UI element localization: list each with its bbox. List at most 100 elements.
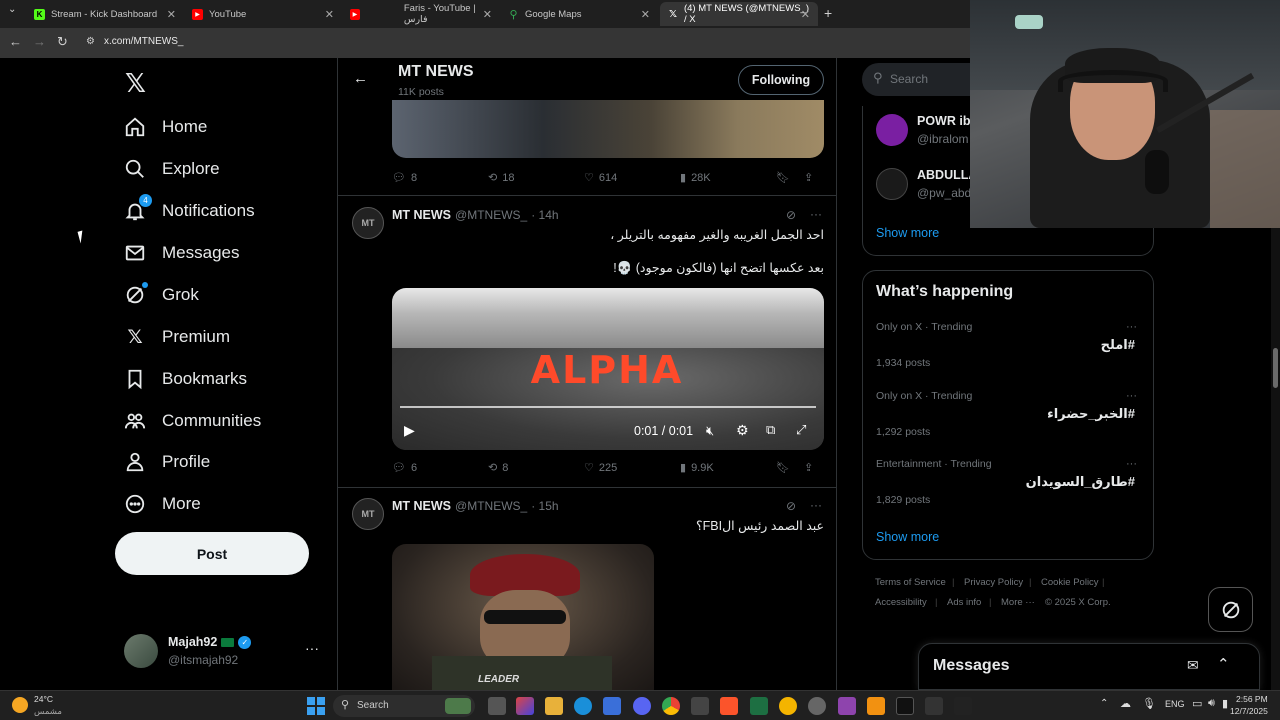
avatar[interactable]: MT bbox=[352, 498, 384, 530]
tweet-author-name[interactable]: MT NEWS bbox=[392, 208, 451, 222]
like-button[interactable]: ♡ 614 bbox=[584, 171, 680, 185]
tiktok-icon[interactable] bbox=[896, 697, 914, 715]
close-icon[interactable]: ✕ bbox=[641, 8, 650, 21]
store-icon[interactable] bbox=[603, 697, 621, 715]
nav-item-communities[interactable]: Communities bbox=[124, 405, 261, 437]
repost-button[interactable]: ⟲ 18 bbox=[488, 171, 584, 185]
footer-accessibility-link[interactable]: Accessibility bbox=[875, 597, 927, 608]
clock-date[interactable]: 12/7/2025 bbox=[1230, 706, 1268, 716]
tweet-author-handle[interactable]: @MTNEWS_ bbox=[455, 208, 527, 222]
suggested-name[interactable]: ABDULLA bbox=[917, 168, 977, 182]
trend-more-icon[interactable]: ··· bbox=[1126, 458, 1137, 470]
edge-icon[interactable] bbox=[574, 697, 592, 715]
volume-icon[interactable]: 🔊︎ bbox=[1208, 697, 1215, 710]
reload-icon[interactable]: ↻ bbox=[57, 34, 68, 50]
start-windows-icon[interactable] bbox=[307, 697, 325, 715]
reply-button[interactable]: 💬︎ 6 bbox=[392, 461, 488, 475]
play-icon[interactable]: ▶ bbox=[404, 422, 415, 439]
mute-icon[interactable]: 🔇︎ bbox=[706, 423, 714, 439]
back-icon[interactable]: ← bbox=[9, 34, 22, 49]
app-icon[interactable] bbox=[925, 697, 943, 715]
app-icon[interactable] bbox=[954, 697, 972, 715]
brave-icon[interactable] bbox=[720, 697, 738, 715]
tweet-media-image[interactable]: LEADER bbox=[392, 544, 654, 690]
tab-kick[interactable]: K Stream - Kick Dashboard ✕ bbox=[26, 2, 184, 26]
tab-faris-youtube[interactable]: ▶ Faris - YouTube | فارس ✕ bbox=[342, 2, 500, 26]
tab-mt-news[interactable]: 𝕏 (4) MT NEWS (@MTNEWS_) / X ✕ bbox=[660, 2, 818, 26]
trend-item[interactable]: Only on X · Trending ··· #الخبر_حضراء 1,… bbox=[863, 384, 1153, 452]
nav-item-messages[interactable]: Messages bbox=[124, 237, 239, 269]
suggested-handle[interactable]: @ibralom bbox=[917, 132, 969, 146]
avatar[interactable] bbox=[124, 634, 158, 668]
suggested-handle[interactable]: @pw_abd bbox=[917, 186, 971, 200]
trend-more-icon[interactable]: ··· bbox=[1126, 390, 1137, 402]
app-icon[interactable] bbox=[867, 697, 885, 715]
battery-icon[interactable]: ▮ bbox=[1222, 697, 1228, 710]
app-icon[interactable] bbox=[691, 697, 709, 715]
nav-item-more[interactable]: More bbox=[124, 488, 201, 520]
tab-list-chevron-icon[interactable]: ⌄ bbox=[8, 4, 16, 15]
new-message-icon[interactable]: ✉ bbox=[1187, 657, 1199, 674]
settings-gear-icon[interactable]: ⚙ bbox=[736, 422, 749, 439]
discord-icon[interactable] bbox=[633, 697, 651, 715]
forward-icon[interactable]: → bbox=[33, 34, 46, 49]
copilot-icon[interactable] bbox=[516, 697, 534, 715]
fullscreen-icon[interactable]: ⤢ bbox=[796, 422, 806, 438]
grok-icon[interactable]: ⊘ bbox=[786, 208, 796, 222]
tab-google-maps[interactable]: ⚲ Google Maps ✕ bbox=[500, 2, 658, 26]
new-tab-icon[interactable]: + bbox=[824, 5, 832, 21]
nav-item-explore[interactable]: Explore bbox=[124, 153, 220, 185]
video-progress-bar[interactable] bbox=[400, 406, 816, 408]
file-explorer-icon[interactable] bbox=[545, 697, 563, 715]
excel-icon[interactable] bbox=[750, 697, 768, 715]
tweet-author-name[interactable]: MT NEWS bbox=[392, 499, 451, 513]
close-icon[interactable]: ✕ bbox=[483, 8, 492, 21]
app-icon[interactable] bbox=[808, 697, 826, 715]
like-button[interactable]: ♡ 225 bbox=[584, 461, 680, 475]
views-button[interactable]: ▮ 9.9K bbox=[680, 461, 776, 475]
tray-app-icon[interactable]: ☁ bbox=[1120, 697, 1131, 710]
show-more-link[interactable]: Show more bbox=[876, 530, 939, 544]
repost-button[interactable]: ⟲ 8 bbox=[488, 461, 584, 475]
app-icon[interactable] bbox=[779, 697, 797, 715]
grok-floating-button[interactable] bbox=[1208, 587, 1253, 632]
close-icon[interactable]: ✕ bbox=[801, 8, 810, 21]
messages-drawer[interactable]: Messages ✉ ⌃ bbox=[918, 643, 1260, 690]
show-more-link[interactable]: Show more bbox=[876, 226, 939, 240]
footer-cookie-link[interactable]: Cookie Policy bbox=[1041, 577, 1099, 588]
tweet-time[interactable]: · 15h bbox=[531, 499, 558, 513]
scrollbar-thumb[interactable] bbox=[1273, 348, 1278, 388]
nav-item-notifications[interactable]: 4 Notifications bbox=[124, 194, 255, 227]
avatar[interactable] bbox=[876, 168, 908, 200]
tray-chevron-icon[interactable]: ⌃ bbox=[1100, 698, 1108, 709]
trend-more-icon[interactable]: ··· bbox=[1126, 321, 1137, 333]
nav-item-grok[interactable]: Grok bbox=[124, 279, 199, 311]
nav-item-premium[interactable]: 𝕏 Premium bbox=[124, 321, 230, 353]
network-icon[interactable]: ▭ bbox=[1192, 697, 1202, 710]
taskbar-search[interactable]: ⚲ Search bbox=[333, 695, 475, 717]
tweet-media-image[interactable] bbox=[392, 100, 824, 158]
tab-youtube[interactable]: ▶ YouTube ✕ bbox=[184, 2, 342, 26]
suggested-name[interactable]: POWR ib bbox=[917, 114, 970, 128]
nav-item-home[interactable]: Home bbox=[124, 111, 207, 143]
tweet-more-icon[interactable]: ··· bbox=[810, 207, 822, 221]
nav-item-bookmarks[interactable]: Bookmarks bbox=[124, 363, 247, 395]
tweet-author-handle[interactable]: @MTNEWS_ bbox=[455, 499, 527, 513]
chrome-icon[interactable] bbox=[662, 697, 680, 715]
bookmark-button[interactable]: 🔖︎ bbox=[776, 461, 790, 474]
bookmark-button[interactable]: 🔖︎ bbox=[776, 171, 790, 184]
language-indicator[interactable]: ENG bbox=[1165, 699, 1185, 709]
app-icon[interactable] bbox=[838, 697, 856, 715]
x-logo-icon[interactable]: 𝕏 bbox=[125, 68, 146, 99]
close-icon[interactable]: ✕ bbox=[167, 8, 176, 21]
footer-ads-link[interactable]: Ads info bbox=[947, 597, 981, 608]
avatar[interactable]: MT bbox=[352, 207, 384, 239]
pip-icon[interactable]: ⧉ bbox=[766, 422, 775, 438]
clock-time[interactable]: 2:56 PM bbox=[1236, 694, 1268, 704]
share-button[interactable]: ⇪ bbox=[804, 171, 813, 184]
weather-sun-icon[interactable] bbox=[12, 697, 28, 713]
trend-item[interactable]: Only on X · Trending ··· #املح 1,934 pos… bbox=[863, 315, 1153, 383]
task-view-icon[interactable] bbox=[488, 697, 506, 715]
footer-terms-link[interactable]: Terms of Service bbox=[875, 577, 946, 588]
close-icon[interactable]: ✕ bbox=[325, 8, 334, 21]
